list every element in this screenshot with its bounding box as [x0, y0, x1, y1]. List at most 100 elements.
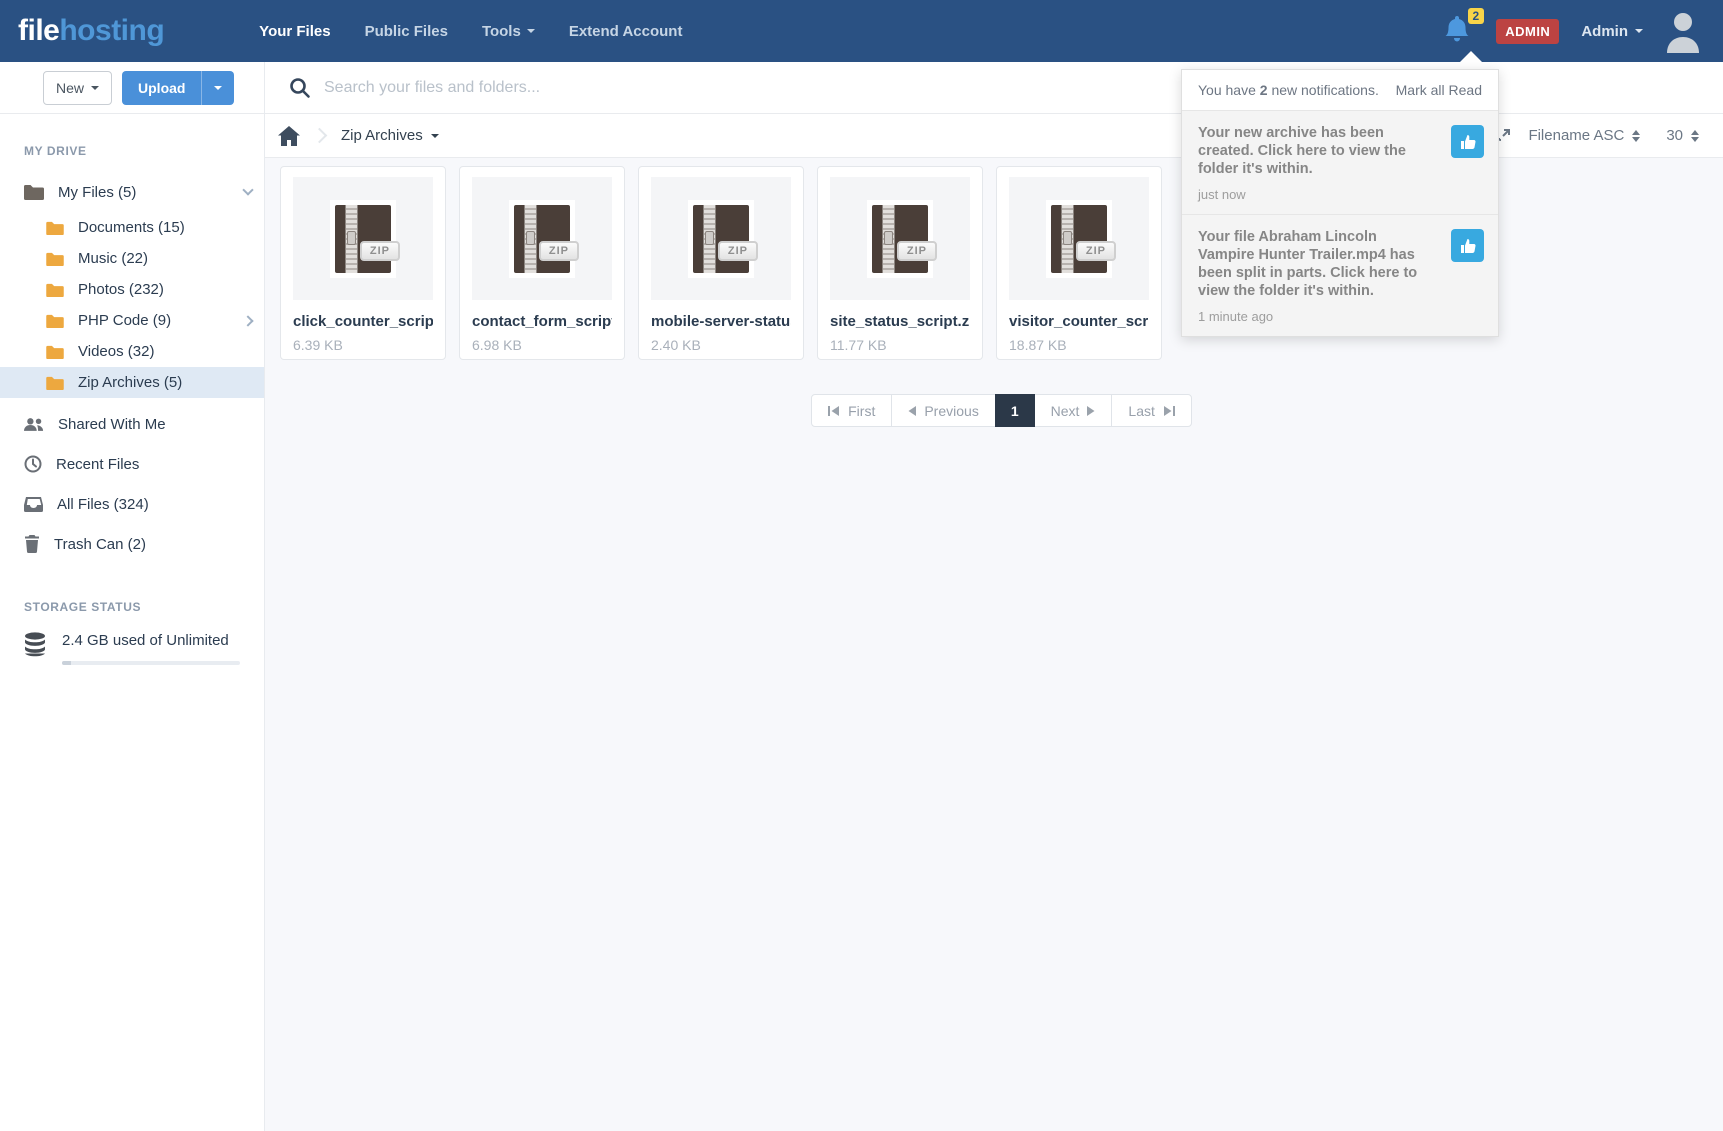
user-menu[interactable]: Admin	[1581, 23, 1643, 40]
upload-split-toggle[interactable]	[201, 71, 234, 105]
pagination-previous-label: Previous	[924, 403, 978, 419]
file-card[interactable]: ZIP visitor_counter_scrip... 18.87 KB	[996, 166, 1162, 360]
chevron-right-icon[interactable]	[242, 315, 253, 326]
breadcrumb-label: Zip Archives	[341, 127, 423, 144]
app-logo[interactable]: filehosting	[18, 14, 164, 48]
zip-badge-label: ZIP	[897, 241, 937, 261]
pagination-next-label: Next	[1051, 403, 1080, 419]
sidebar-item-recent-files[interactable]: Recent Files	[0, 444, 264, 484]
acknowledge-button[interactable]	[1451, 125, 1484, 158]
sidebar-item-music[interactable]: Music (22)	[0, 243, 264, 274]
sidebar-item-label: My Files (5)	[58, 184, 230, 201]
folder-icon	[46, 314, 64, 328]
new-button[interactable]: New	[43, 71, 112, 105]
sidebar-item-trash-can[interactable]: Trash Can (2)	[0, 524, 264, 564]
pagination-next-button[interactable]: Next	[1034, 394, 1113, 427]
pagination-previous-button[interactable]: Previous	[891, 394, 995, 427]
search-icon	[289, 77, 311, 99]
notification-count-badge: 2	[1468, 8, 1485, 24]
nav-tools[interactable]: Tools	[482, 23, 535, 40]
file-thumbnail: ZIP	[293, 177, 433, 300]
top-navbar: filehosting Your Files Public Files Tool…	[0, 0, 1723, 62]
sidebar-item-label: PHP Code (9)	[78, 312, 230, 329]
admin-role-badge[interactable]: ADMIN	[1496, 19, 1559, 44]
thumbs-up-icon	[1460, 134, 1476, 150]
zip-file-icon: ZIP	[867, 200, 933, 278]
sidebar-item-zip-archives[interactable]: Zip Archives (5)	[0, 367, 264, 398]
file-name: visitor_counter_scrip...	[1009, 313, 1149, 330]
file-size: 11.77 KB	[830, 337, 970, 353]
file-card[interactable]: ZIP click_counter_script.... 6.39 KB	[280, 166, 446, 360]
file-thumbnail: ZIP	[830, 177, 970, 300]
trash-icon	[24, 535, 40, 553]
nav-public-files[interactable]: Public Files	[365, 23, 448, 40]
pagination-group: First Previous 1 Next Last	[811, 394, 1192, 427]
summary-suffix: new notifications.	[1268, 82, 1379, 98]
sort-field-value: Filename ASC	[1528, 127, 1624, 144]
bell-icon	[1444, 14, 1470, 44]
sidebar-item-all-files[interactable]: All Files (324)	[0, 484, 264, 524]
sidebar-item-label: Music (22)	[78, 250, 252, 267]
file-thumbnail: ZIP	[1009, 177, 1149, 300]
zip-file-icon: ZIP	[688, 200, 754, 278]
sidebar-toolbar: New Upload	[0, 62, 264, 114]
sidebar-item-my-files[interactable]: My Files (5)	[0, 172, 264, 212]
sidebar-item-label: Documents (15)	[78, 219, 252, 236]
pagination-last-label: Last	[1128, 403, 1154, 419]
upload-button[interactable]: Upload	[122, 71, 234, 105]
upload-button-label: Upload	[122, 80, 201, 96]
file-thumbnail: ZIP	[472, 177, 612, 300]
mark-all-read-link[interactable]: Mark all Read	[1396, 82, 1482, 98]
notifications-summary: You have 2 new notifications.	[1198, 82, 1379, 98]
chevron-down-icon	[91, 86, 99, 94]
logo-primary: file	[18, 14, 59, 47]
acknowledge-button[interactable]	[1451, 229, 1484, 262]
nav-extend-account[interactable]: Extend Account	[569, 23, 683, 40]
drawer-icon	[24, 497, 43, 512]
skip-first-icon	[828, 406, 840, 416]
chevron-down-icon[interactable]	[242, 184, 253, 195]
storage-info: 2.4 GB used of Unlimited	[62, 632, 240, 665]
sidebar-item-videos[interactable]: Videos (32)	[0, 336, 264, 367]
chevron-down-icon	[1635, 29, 1643, 37]
avatar[interactable]	[1665, 9, 1701, 53]
notification-item[interactable]: Your file Abraham Lincoln Vampire Hunter…	[1182, 214, 1498, 336]
previous-icon	[908, 406, 916, 416]
sidebar-item-documents[interactable]: Documents (15)	[0, 212, 264, 243]
file-grid: ZIP click_counter_script.... 6.39 KB ZIP…	[280, 166, 1723, 360]
summary-prefix: You have	[1198, 82, 1260, 98]
sort-field-select[interactable]: Filename ASC	[1528, 127, 1640, 144]
my-drive-header: MY DRIVE	[0, 144, 264, 158]
pagination-page-1-button[interactable]: 1	[995, 394, 1035, 427]
storage-usage-text: 2.4 GB used of Unlimited	[62, 632, 240, 649]
notification-item[interactable]: Your new archive has been created. Click…	[1182, 110, 1498, 214]
zip-file-icon: ZIP	[1046, 200, 1112, 278]
notifications-bell-button[interactable]: 2	[1444, 14, 1474, 48]
file-size: 6.39 KB	[293, 337, 433, 353]
expand-icon[interactable]	[1497, 128, 1511, 142]
sidebar-item-shared-with-me[interactable]: Shared With Me	[0, 404, 264, 444]
pagination-first-button[interactable]: First	[811, 394, 892, 427]
file-name: mobile-server-status...	[651, 313, 791, 330]
breadcrumb-current-folder[interactable]: Zip Archives	[341, 127, 439, 144]
folder-icon	[46, 252, 64, 266]
zip-file-icon: ZIP	[509, 200, 575, 278]
chevron-down-icon	[431, 134, 439, 142]
file-size: 18.87 KB	[1009, 337, 1149, 353]
sidebar-item-label: Zip Archives (5)	[78, 374, 252, 391]
file-card[interactable]: ZIP mobile-server-status... 2.40 KB	[638, 166, 804, 360]
per-page-select[interactable]: 30	[1666, 127, 1699, 144]
sidebar-item-label: Recent Files	[56, 456, 252, 473]
file-card[interactable]: ZIP site_status_script.zip 11.77 KB	[817, 166, 983, 360]
sidebar-item-label: Shared With Me	[58, 416, 252, 433]
sidebar-item-photos[interactable]: Photos (232)	[0, 274, 264, 305]
main-nav: Your Files Public Files Tools Extend Acc…	[259, 23, 682, 40]
sidebar-item-php-code[interactable]: PHP Code (9)	[0, 305, 264, 336]
nav-your-files[interactable]: Your Files	[259, 23, 330, 40]
per-page-value: 30	[1666, 127, 1683, 144]
notification-time: just now	[1198, 187, 1482, 202]
pagination-last-button[interactable]: Last	[1111, 394, 1191, 427]
file-card[interactable]: ZIP contact_form_script.... 6.98 KB	[459, 166, 625, 360]
home-icon[interactable]	[278, 126, 300, 146]
sidebar-item-label: All Files (324)	[57, 496, 252, 513]
